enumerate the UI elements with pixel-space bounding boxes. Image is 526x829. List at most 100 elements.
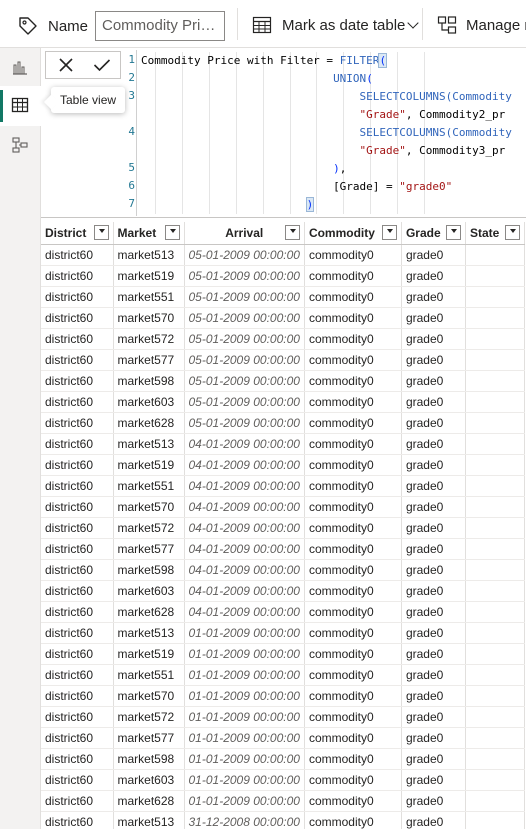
cell-state[interactable] [465,727,525,749]
cell-state[interactable] [465,601,525,623]
cell-market[interactable]: market598 [113,559,185,581]
cell-district[interactable]: district60 [41,517,114,539]
cell-commodity[interactable]: commodity0 [304,601,402,623]
cell-grade[interactable]: grade0 [401,748,466,770]
cell-state[interactable] [465,622,525,644]
cell-grade[interactable]: grade0 [401,307,466,329]
cell-district[interactable]: district60 [41,391,114,413]
cell-market[interactable]: market628 [113,790,185,812]
cell-district[interactable]: district60 [41,559,114,581]
manage-relationships-button[interactable]: Manage r [466,17,526,34]
cell-state[interactable] [465,706,525,728]
cell-arrival[interactable]: 05-01-2009 00:00:00 [184,286,305,308]
cell-district[interactable]: district60 [41,307,114,329]
cell-arrival[interactable]: 04-01-2009 00:00:00 [184,454,305,476]
cell-commodity[interactable]: commodity0 [304,496,402,518]
cell-district[interactable]: district60 [41,349,114,371]
cell-state[interactable] [465,643,525,665]
mark-as-date-table-button[interactable]: Mark as date table [282,17,420,34]
cell-state[interactable] [465,685,525,707]
cell-district[interactable]: district60 [41,790,114,812]
cell-state[interactable] [465,244,525,266]
cell-commodity[interactable]: commodity0 [304,706,402,728]
cell-arrival[interactable]: 04-01-2009 00:00:00 [184,517,305,539]
cell-grade[interactable]: grade0 [401,517,466,539]
cell-arrival[interactable]: 04-01-2009 00:00:00 [184,475,305,497]
cell-commodity[interactable]: commodity0 [304,265,402,287]
cell-district[interactable]: district60 [41,643,114,665]
cell-arrival[interactable]: 05-01-2009 00:00:00 [184,412,305,434]
cell-grade[interactable]: grade0 [401,538,466,560]
cell-arrival[interactable]: 04-01-2009 00:00:00 [184,538,305,560]
calendar-table-icon[interactable] [252,15,272,35]
cell-arrival[interactable]: 31-12-2008 00:00:00 [184,811,305,829]
column-header-state[interactable]: State [465,222,525,245]
cell-state[interactable] [465,475,525,497]
cell-commodity[interactable]: commodity0 [304,328,402,350]
cell-district[interactable]: district60 [41,601,114,623]
cell-market[interactable]: market598 [113,370,185,392]
cell-arrival[interactable]: 04-01-2009 00:00:00 [184,433,305,455]
cell-commodity[interactable]: commodity0 [304,517,402,539]
cell-commodity[interactable]: commodity0 [304,811,402,829]
cell-commodity[interactable]: commodity0 [304,727,402,749]
cell-state[interactable] [465,349,525,371]
cell-grade[interactable]: grade0 [401,412,466,434]
cell-market[interactable]: market577 [113,538,185,560]
cell-arrival[interactable]: 05-01-2009 00:00:00 [184,244,305,266]
cell-commodity[interactable]: commodity0 [304,412,402,434]
cell-market[interactable]: market519 [113,643,185,665]
cell-arrival[interactable]: 01-01-2009 00:00:00 [184,643,305,665]
cell-grade[interactable]: grade0 [401,454,466,476]
cancel-formula-button[interactable] [48,52,84,78]
cell-district[interactable]: district60 [41,706,114,728]
cell-market[interactable]: market570 [113,496,185,518]
cell-state[interactable] [465,412,525,434]
cell-state[interactable] [465,265,525,287]
cell-arrival[interactable]: 05-01-2009 00:00:00 [184,265,305,287]
cell-commodity[interactable]: commodity0 [304,475,402,497]
cell-market[interactable]: market513 [113,433,185,455]
cell-grade[interactable]: grade0 [401,391,466,413]
cell-grade[interactable]: grade0 [401,580,466,602]
cell-grade[interactable]: grade0 [401,664,466,686]
cell-district[interactable]: district60 [41,244,114,266]
cell-district[interactable]: district60 [41,412,114,434]
cell-district[interactable]: district60 [41,265,114,287]
filter-dropdown-icon[interactable] [93,225,109,240]
cell-grade[interactable]: grade0 [401,601,466,623]
cell-grade[interactable]: grade0 [401,643,466,665]
cell-district[interactable]: district60 [41,685,114,707]
cell-market[interactable]: market572 [113,706,185,728]
cell-grade[interactable]: grade0 [401,685,466,707]
cell-commodity[interactable]: commodity0 [304,433,402,455]
cell-market[interactable]: market551 [113,286,185,308]
cell-grade[interactable]: grade0 [401,265,466,287]
cell-grade[interactable]: grade0 [401,769,466,791]
cell-market[interactable]: market513 [113,622,185,644]
cell-arrival[interactable]: 01-01-2009 00:00:00 [184,664,305,686]
cell-arrival[interactable]: 01-01-2009 00:00:00 [184,727,305,749]
cell-market[interactable]: market513 [113,811,185,829]
cell-market[interactable]: market577 [113,727,185,749]
cell-commodity[interactable]: commodity0 [304,685,402,707]
manage-relationships-icon[interactable] [437,15,457,35]
cell-state[interactable] [465,286,525,308]
cell-market[interactable]: market570 [113,307,185,329]
cell-market[interactable]: market551 [113,475,185,497]
cell-commodity[interactable]: commodity0 [304,244,402,266]
filter-dropdown-icon[interactable] [284,225,300,240]
cell-state[interactable] [465,580,525,602]
column-header-arrival[interactable]: Arrival [184,222,305,245]
cell-state[interactable] [465,433,525,455]
column-header-commodity[interactable]: Commodity [304,222,402,245]
cell-commodity[interactable]: commodity0 [304,286,402,308]
cell-grade[interactable]: grade0 [401,706,466,728]
cell-commodity[interactable]: commodity0 [304,748,402,770]
cell-market[interactable]: market628 [113,601,185,623]
cell-district[interactable]: district60 [41,580,114,602]
cell-commodity[interactable]: commodity0 [304,580,402,602]
cell-state[interactable] [465,496,525,518]
cell-state[interactable] [465,664,525,686]
cell-arrival[interactable]: 04-01-2009 00:00:00 [184,496,305,518]
